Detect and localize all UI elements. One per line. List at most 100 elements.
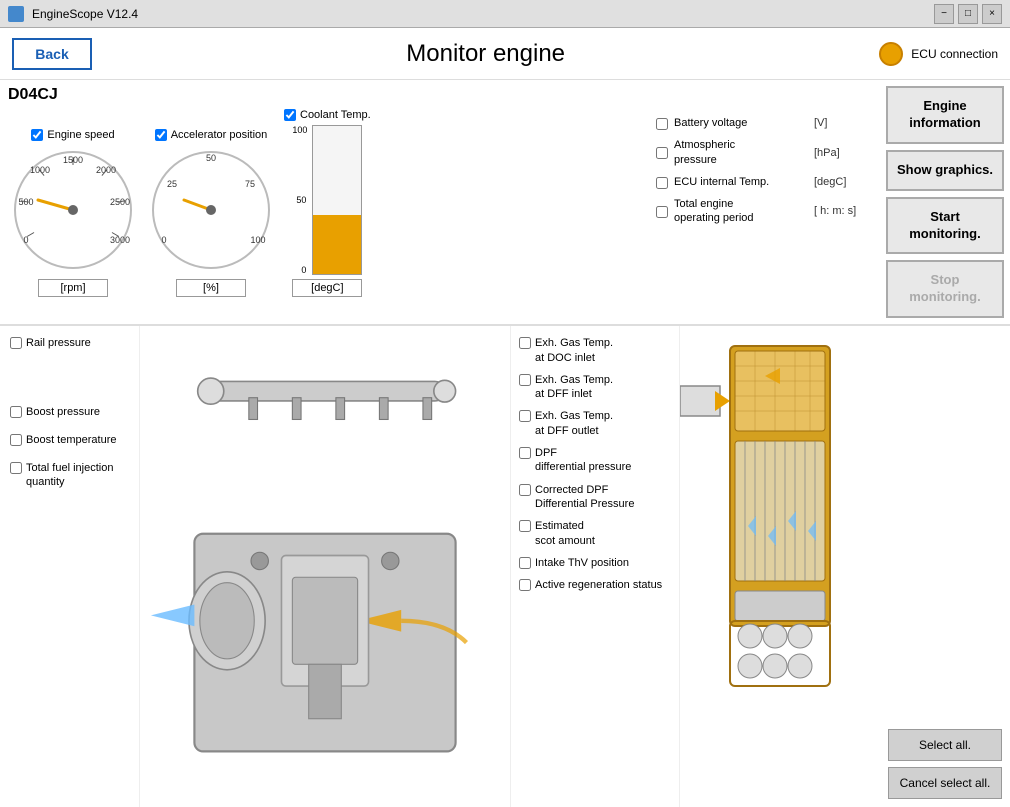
- svg-text:50: 50: [206, 153, 216, 163]
- ecu-temp-checkbox[interactable]: [656, 177, 668, 189]
- left-checks: Rail pressure Boost pressure Boost tempe…: [0, 326, 140, 807]
- main-content: D04CJ Engine speed: [0, 80, 1010, 807]
- sensors-area: Battery voltage [V] Atmosphericpressure …: [650, 80, 880, 324]
- exh-dpf-inlet-checkbox[interactable]: [519, 374, 531, 386]
- coolant-label-row: Coolant Temp.: [284, 108, 371, 121]
- active-regen-label: Active regeneration status: [535, 578, 662, 592]
- intake-thv-label: Intake ThV position: [535, 556, 629, 570]
- page-title: Monitor engine: [92, 40, 879, 68]
- coolant-fill: [313, 215, 361, 274]
- battery-label: Battery voltage: [674, 116, 808, 130]
- atmospheric-checkbox[interactable]: [656, 147, 668, 159]
- select-all-button[interactable]: Select all.: [888, 729, 1002, 761]
- engine-speed-gauge: Engine speed 0 500: [8, 128, 138, 297]
- close-btn[interactable]: ×: [982, 4, 1002, 24]
- maximize-btn[interactable]: □: [958, 4, 978, 24]
- active-regen-row: Active regeneration status: [519, 578, 671, 592]
- accelerator-value: [%]: [176, 279, 246, 297]
- battery-sensor-row: Battery voltage [V]: [656, 116, 874, 130]
- action-buttons: Engine information Show graphics. Start …: [880, 80, 1010, 324]
- engine-speed-unit: [rpm]: [60, 282, 85, 294]
- start-monitoring-button[interactable]: Start monitoring.: [886, 197, 1004, 255]
- coolant-label: Coolant Temp.: [300, 109, 371, 121]
- engine-speed-dial: 0 500 1000 1500 2000 2500: [8, 145, 138, 275]
- accelerator-dial: 0 25 50 75 100: [146, 145, 276, 275]
- dpf-diagram: [680, 326, 880, 807]
- engine-speed-value: [rpm]: [38, 279, 108, 297]
- exh-dpf-outlet-checkbox[interactable]: [519, 410, 531, 422]
- engine-speed-checkbox[interactable]: [31, 129, 43, 141]
- dpf-checks: Exh. Gas Temp.at DOC inlet Exh. Gas Temp…: [510, 326, 680, 807]
- top-right: Battery voltage [V] Atmosphericpressure …: [650, 80, 1010, 324]
- battery-checkbox[interactable]: [656, 118, 668, 130]
- cancel-select-button[interactable]: Cancel select all.: [888, 767, 1002, 799]
- header: Back Monitor engine ECU connection: [0, 28, 1010, 80]
- engine-svg: [140, 326, 510, 807]
- boost-pressure-checkbox[interactable]: [10, 406, 22, 418]
- boost-pressure-row: Boost pressure: [10, 405, 129, 419]
- boost-temp-label: Boost temperature: [26, 433, 117, 447]
- exh-dpf-inlet-row: Exh. Gas Temp.at DFF inlet: [519, 373, 671, 402]
- minimize-btn[interactable]: −: [934, 4, 954, 24]
- active-regen-checkbox[interactable]: [519, 579, 531, 591]
- ecu-status-dot: [879, 42, 903, 66]
- title-bar-title: EngineScope V12.4: [32, 7, 138, 21]
- intake-thv-checkbox[interactable]: [519, 557, 531, 569]
- ecu-temp-label: ECU internal Temp.: [674, 175, 808, 189]
- accelerator-unit: [%]: [203, 282, 219, 294]
- engine-period-unit: [ h: m: s]: [814, 205, 874, 217]
- exh-doc-inlet-label: Exh. Gas Temp.at DOC inlet: [535, 336, 613, 365]
- coolant-checkbox[interactable]: [284, 109, 296, 121]
- svg-text:100: 100: [250, 235, 265, 245]
- exh-dpf-inlet-label: Exh. Gas Temp.at DFF inlet: [535, 373, 613, 402]
- accelerator-checkbox[interactable]: [155, 129, 167, 141]
- atmospheric-sensor-row: Atmosphericpressure [hPa]: [656, 138, 874, 167]
- window-controls[interactable]: − □ ×: [934, 4, 1002, 24]
- estimated-scot-label: Estimatedscot amount: [535, 519, 595, 548]
- dpf-diff-pressure-row: DPFdifferential pressure: [519, 446, 671, 475]
- engine-speed-label: Engine speed: [47, 129, 114, 141]
- svg-text:3000: 3000: [110, 235, 130, 245]
- ecu-temp-unit: [degC]: [814, 176, 874, 188]
- title-bar: EngineScope V12.4 − □ ×: [0, 0, 1010, 28]
- rail-pressure-checkbox[interactable]: [10, 337, 22, 349]
- coolant-bar: [312, 125, 362, 275]
- svg-text:0: 0: [161, 235, 166, 245]
- engine-info-button[interactable]: Engine information: [886, 86, 1004, 144]
- bottom-section: Rail pressure Boost pressure Boost tempe…: [0, 325, 1010, 807]
- svg-text:25: 25: [167, 179, 177, 189]
- boost-temp-checkbox[interactable]: [10, 434, 22, 446]
- estimated-scot-checkbox[interactable]: [519, 520, 531, 532]
- ecu-connection: ECU connection: [879, 42, 998, 66]
- battery-unit: [V]: [814, 117, 874, 129]
- gauge-row: Engine speed 0 500: [8, 108, 642, 297]
- boost-pressure-label: Boost pressure: [26, 405, 100, 419]
- stop-monitoring-button[interactable]: Stop monitoring.: [886, 260, 1004, 318]
- corrected-dpf-label: Corrected DPFDifferential Pressure: [535, 483, 634, 512]
- show-graphics-button[interactable]: Show graphics.: [886, 150, 1004, 191]
- engine-period-sensor-row: Total engineoperating period [ h: m: s]: [656, 197, 874, 226]
- estimated-scot-row: Estimatedscot amount: [519, 519, 671, 548]
- bottom-right-buttons: Select all. Cancel select all.: [880, 326, 1010, 807]
- coolant-gauge: Coolant Temp. 100 50 0 [degC]: [284, 108, 371, 297]
- intake-thv-row: Intake ThV position: [519, 556, 671, 570]
- fuel-injection-checkbox[interactable]: [10, 462, 22, 474]
- dpf-diff-pressure-checkbox[interactable]: [519, 447, 531, 459]
- exh-dpf-outlet-row: Exh. Gas Temp.at DFF outlet: [519, 409, 671, 438]
- engine-period-checkbox[interactable]: [656, 206, 668, 218]
- back-button[interactable]: Back: [12, 38, 92, 70]
- exh-doc-inlet-checkbox[interactable]: [519, 337, 531, 349]
- gauges-area: D04CJ Engine speed: [0, 80, 650, 324]
- coolant-unit: [degC]: [311, 282, 343, 294]
- accelerator-label: Accelerator position: [171, 129, 268, 141]
- ecu-temp-sensor-row: ECU internal Temp. [degC]: [656, 175, 874, 189]
- engine-diagram: [140, 326, 510, 807]
- rail-pressure-label: Rail pressure: [26, 336, 91, 350]
- atmospheric-label: Atmosphericpressure: [674, 138, 808, 167]
- corrected-dpf-checkbox[interactable]: [519, 484, 531, 496]
- engine-period-label: Total engineoperating period: [674, 197, 808, 226]
- fuel-injection-row: Total fuel injection quantity: [10, 461, 129, 490]
- accelerator-label-row: Accelerator position: [155, 128, 268, 141]
- corrected-dpf-row: Corrected DPFDifferential Pressure: [519, 483, 671, 512]
- dpf-diff-pressure-label: DPFdifferential pressure: [535, 446, 631, 475]
